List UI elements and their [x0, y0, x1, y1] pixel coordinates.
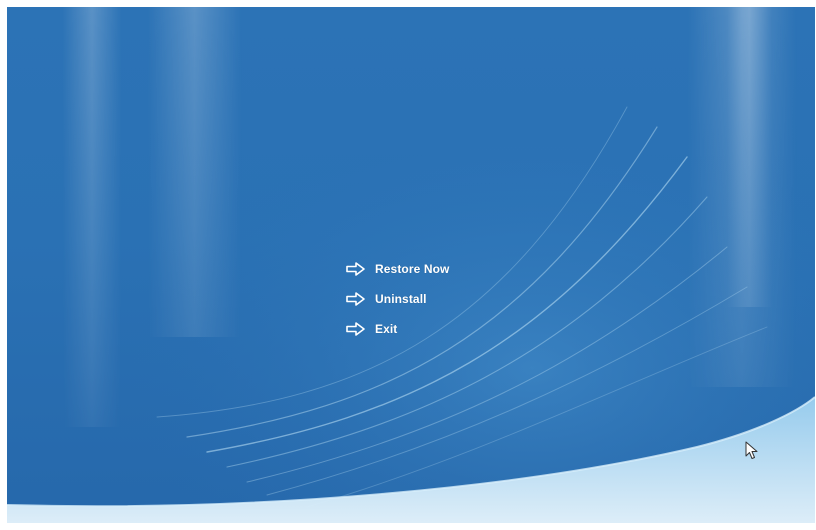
restore-now-label: Restore Now [375, 262, 450, 276]
uninstall-label: Uninstall [375, 292, 427, 306]
exit-label: Exit [375, 322, 398, 336]
arrow-right-outline-icon [346, 292, 365, 306]
arrow-right-outline-icon [346, 262, 365, 276]
uninstall-button[interactable]: Uninstall [345, 284, 545, 314]
exit-button[interactable]: Exit [345, 314, 545, 344]
mouse-pointer-icon [745, 441, 758, 459]
arrow-right-outline-icon [346, 322, 365, 336]
boot-menu: Restore Now Uninstall Exit [345, 254, 545, 344]
boot-menu-screen: Restore Now Uninstall Exit [7, 7, 815, 523]
restore-now-button[interactable]: Restore Now [345, 254, 545, 284]
